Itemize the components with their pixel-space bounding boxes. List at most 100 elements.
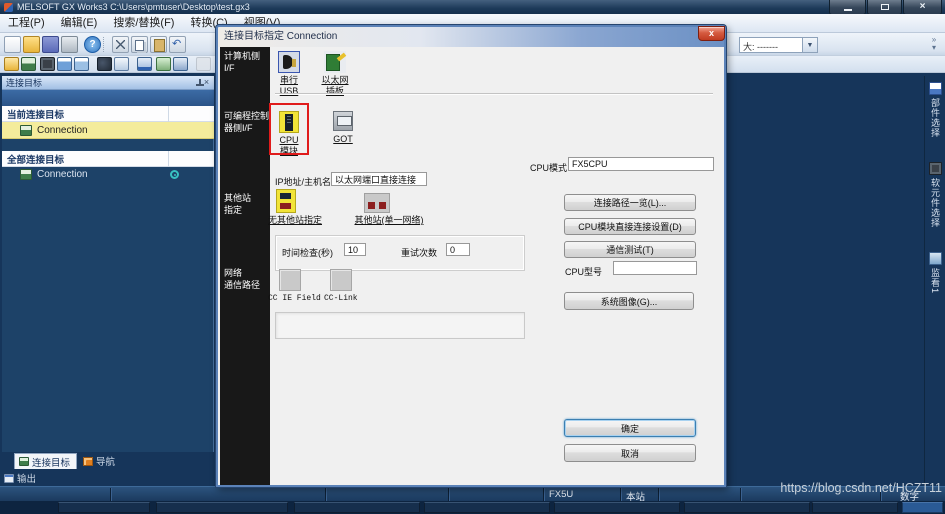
close-icon: × xyxy=(920,2,926,12)
toolbar-overflow-chevron[interactable]: »▾ xyxy=(927,36,941,54)
cpu-model-label: CPU型号 xyxy=(565,265,602,278)
help-icon[interactable]: ? xyxy=(84,36,101,53)
tab-label: 输出 xyxy=(17,471,36,485)
statusbar-separator xyxy=(543,488,544,501)
communication-test-button[interactable]: 通信测试(T) xyxy=(564,241,696,258)
minimize-icon xyxy=(844,9,852,11)
retry-count-label: 重试次数 xyxy=(401,246,437,259)
maximize-button[interactable] xyxy=(867,0,902,15)
tab-watch1[interactable]: 监看1 xyxy=(927,252,944,294)
tab-label: 连接目标 xyxy=(32,455,70,469)
paste-icon[interactable] xyxy=(150,36,167,53)
other-station-single-label[interactable]: 其他站(单一网络) xyxy=(346,215,432,226)
current-connection-item[interactable]: Connection xyxy=(2,122,214,139)
app-window: MELSOFT GX Works3 C:\Users\pmtuser\Deskt… xyxy=(0,0,945,514)
taskbar-block xyxy=(554,502,680,513)
save-project-icon[interactable] xyxy=(42,36,59,53)
device-monitor-icon[interactable] xyxy=(156,57,171,71)
disabled-tool-icon xyxy=(196,57,211,71)
close-button[interactable]: × xyxy=(903,0,942,15)
watermark-text: https://blog.csdn.net/HCZT11 xyxy=(780,481,942,495)
ethernet-board-icon[interactable] xyxy=(324,51,346,73)
other-station-single-icon[interactable] xyxy=(364,193,390,213)
cpu-mode-field[interactable] xyxy=(568,157,714,171)
cc-link-icon[interactable] xyxy=(330,269,352,291)
got-icon[interactable] xyxy=(333,111,353,131)
find-replace-icon[interactable] xyxy=(114,57,129,71)
time-check-label: 时间检查(秒) xyxy=(282,246,333,259)
open-project-icon[interactable] xyxy=(23,36,40,53)
other-station-label: 其他站指定 xyxy=(224,193,251,216)
retry-count-field[interactable] xyxy=(446,243,470,256)
menu-edit[interactable]: 编辑(E) xyxy=(53,14,106,33)
network-route-label: 网络通信路径 xyxy=(224,268,260,291)
module-config-icon[interactable] xyxy=(40,57,55,71)
panel-header: 连接目标 × xyxy=(2,76,214,90)
new-project-icon[interactable] xyxy=(4,36,21,53)
element-selection-icon xyxy=(929,82,942,95)
statusbar-separator xyxy=(620,488,621,501)
got-label[interactable]: GOT xyxy=(326,134,360,145)
dialog-close-button[interactable]: x xyxy=(698,26,725,41)
undo-icon[interactable] xyxy=(169,36,186,53)
all-connection-header: 全部连接目标 xyxy=(2,151,214,167)
tab-output[interactable]: 输出 xyxy=(2,470,42,486)
cpu-mode-label: CPU模式 xyxy=(530,161,567,174)
list-view-icon[interactable] xyxy=(57,57,72,71)
connection-tab-icon xyxy=(19,457,29,466)
toolbar-grip[interactable] xyxy=(103,37,108,52)
tab-element-selection[interactable]: 部件选择 xyxy=(927,82,944,138)
pin-icon[interactable] xyxy=(188,77,199,88)
connection-path-list-button[interactable]: 连接路径一览(L)... xyxy=(564,194,696,211)
tab-navigation[interactable]: 导航 xyxy=(77,453,121,469)
panel-close-icon[interactable]: × xyxy=(201,77,212,88)
tab-connection-destination[interactable]: 连接目标 xyxy=(14,453,77,469)
taskbar-block xyxy=(156,502,288,513)
cpu-direct-connection-button[interactable]: CPU模块直接连接设置(D) xyxy=(564,218,696,235)
ok-button[interactable]: 确定 xyxy=(564,419,696,437)
cancel-button[interactable]: 取消 xyxy=(564,444,696,462)
cc-ie-field-label: CC IE Field xyxy=(268,294,321,303)
output-tab-icon xyxy=(4,474,14,483)
time-check-field[interactable] xyxy=(344,243,366,256)
device-display-icon[interactable] xyxy=(137,57,152,71)
ip-hostname-field[interactable] xyxy=(331,172,427,186)
current-connection-header: 当前连接目标 xyxy=(2,106,214,122)
all-connection-item[interactable]: Connection xyxy=(2,166,214,183)
taskbar-block xyxy=(684,502,810,513)
red-highlight-box xyxy=(269,103,309,155)
zoom-combobox[interactable]: 大: ------- ▼ xyxy=(739,37,818,53)
panel-title: 连接目标 xyxy=(2,76,188,89)
overflow-icon: » xyxy=(932,35,936,44)
column-separator xyxy=(168,151,169,167)
cc-ie-field-icon[interactable] xyxy=(279,269,301,291)
menu-search-replace[interactable]: 搜索/替换(F) xyxy=(105,14,182,33)
connection-window-icon[interactable] xyxy=(21,57,36,71)
print-icon[interactable] xyxy=(61,36,78,53)
find-icon[interactable] xyxy=(97,57,112,71)
serial-usb-icon[interactable] xyxy=(278,51,300,73)
section-separator xyxy=(275,93,713,95)
zoom-combobox-value[interactable]: 大: ------- xyxy=(739,37,803,53)
navigation-tab-icon xyxy=(83,457,93,466)
plc-side-label: 可编程控制器侧I/F xyxy=(224,111,269,134)
cut-icon[interactable] xyxy=(112,36,129,53)
window-titlebar: MELSOFT GX Works3 C:\Users\pmtuser\Deskt… xyxy=(0,0,945,14)
minimize-button[interactable] xyxy=(829,0,866,15)
copy-icon[interactable] xyxy=(131,36,148,53)
cpu-model-field[interactable] xyxy=(613,261,697,275)
device-batch-icon[interactable] xyxy=(173,57,188,71)
no-other-station-icon[interactable] xyxy=(276,189,296,213)
combobox-arrow-icon[interactable]: ▼ xyxy=(803,37,818,53)
dialog-titlebar: 连接目标指定 Connection xyxy=(218,27,724,47)
menu-project[interactable]: 工程(P) xyxy=(0,14,53,33)
system-image-button[interactable]: 系统图像(G)... xyxy=(564,292,694,310)
tab-device-selection[interactable]: 软元件选择 xyxy=(927,162,944,228)
list-view2-icon[interactable] xyxy=(74,57,89,71)
taskbar-block xyxy=(294,502,420,513)
navigation-window-icon[interactable] xyxy=(4,57,19,71)
statusbar-separator xyxy=(448,488,449,501)
taskbar-block xyxy=(902,502,943,513)
statusbar-separator xyxy=(110,488,111,501)
no-other-station-label[interactable]: 无其他站指定 xyxy=(264,215,326,226)
